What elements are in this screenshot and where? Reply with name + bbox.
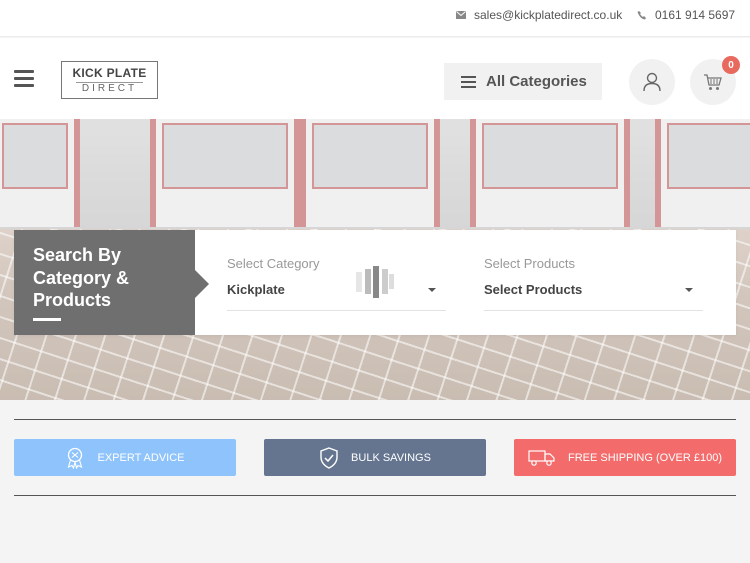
title-underline (33, 317, 61, 321)
truck-icon (528, 449, 555, 466)
shield-check-icon (320, 446, 338, 469)
kickplate-icon (356, 266, 394, 298)
category-search-panel: Search By Category & Products Select Cat… (14, 230, 736, 335)
phone-text: 0161 914 5697 (655, 8, 736, 22)
cart-icon (704, 74, 722, 90)
site-logo[interactable]: KICK PLATE DIRECT (61, 61, 158, 99)
account-button[interactable] (629, 59, 675, 105)
all-categories-button[interactable]: All Categories (444, 63, 602, 100)
menu-icon[interactable] (14, 70, 34, 87)
site-header: KICK PLATE DIRECT All Categories (0, 38, 750, 119)
products-select-label: Select Products (484, 256, 576, 271)
top-bar: sales@kickplatedirect.co.uk 0161 914 569… (0, 0, 750, 37)
search-title-line-1: Search By (33, 245, 122, 265)
phone-contact[interactable]: 0161 914 5697 (637, 0, 735, 30)
usp-bulk-savings: BULK SAVINGS (264, 439, 486, 476)
search-title-line-3: Products (33, 290, 112, 310)
chevron-down-icon (428, 288, 436, 292)
user-icon (643, 72, 661, 92)
usp-free-shipping: FREE SHIPPING (OVER £100) (514, 439, 736, 476)
usp-bulk-savings-label: BULK SAVINGS (351, 451, 431, 464)
search-title-line-2: Category & (33, 267, 130, 288)
divider (14, 495, 736, 496)
mail-icon (456, 11, 466, 19)
category-select-label: Select Category (227, 256, 320, 271)
category-select[interactable]: Select Category Kickplate (227, 256, 446, 311)
divider (14, 419, 736, 420)
logo-line-1: KICK PLATE (72, 66, 147, 80)
logo-line-2: DIRECT (76, 82, 143, 95)
list-icon (461, 75, 476, 88)
usp-free-shipping-label: FREE SHIPPING (OVER £100) (567, 451, 723, 464)
all-categories-label: All Categories (486, 73, 587, 90)
award-icon (68, 447, 83, 469)
phone-icon (637, 11, 646, 20)
usp-expert-advice-label: EXPERT ADVICE (97, 451, 185, 464)
category-select-value: Kickplate (227, 282, 285, 297)
products-select-value: Select Products (484, 282, 583, 297)
search-panel-title: Search By Category & Products (14, 230, 209, 335)
usp-expert-advice: EXPERT ADVICE (14, 439, 236, 476)
products-select[interactable]: Select Products Select Products (484, 256, 703, 311)
email-text: sales@kickplatedirect.co.uk (474, 8, 623, 22)
email-contact[interactable]: sales@kickplatedirect.co.uk (456, 0, 622, 30)
chevron-down-icon (685, 288, 693, 292)
cart-count-badge: 0 (722, 56, 740, 74)
